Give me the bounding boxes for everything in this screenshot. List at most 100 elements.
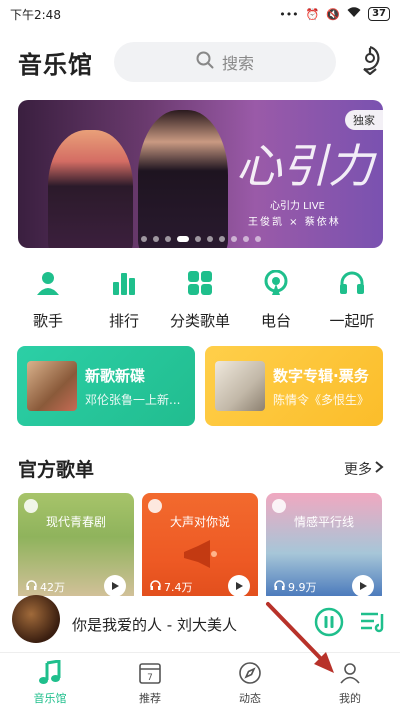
- banner-artists: 王俊凯 × 蔡依林: [248, 217, 341, 228]
- tab-recommend[interactable]: 7 推荐: [100, 653, 200, 711]
- mini-player[interactable]: 你是我爱的人 - 刘大美人: [0, 595, 400, 652]
- playlist-title: 大声对你说: [169, 515, 230, 529]
- compass-icon: [236, 659, 264, 687]
- alarm-icon: ⏰: [305, 7, 320, 21]
- tab-label: 我的: [339, 692, 361, 705]
- headphones-small-icon: [274, 580, 285, 594]
- category-label: 歌手: [32, 312, 63, 330]
- card-title: 数字专辑·票务: [273, 366, 369, 385]
- playlist-queue-button[interactable]: [358, 609, 388, 639]
- feature-cards: 新歌新碟 邓伦张鲁一上新... 数字专辑·票务 陈情令《多恨生》: [17, 346, 383, 426]
- qq-music-logo-icon: [24, 499, 38, 513]
- pagination-dot[interactable]: [230, 236, 237, 242]
- category-singer[interactable]: 歌手: [12, 268, 84, 334]
- chevron-right-icon: [374, 460, 384, 477]
- category-playlists[interactable]: 分类歌单: [164, 268, 236, 334]
- play-count: 7.4万: [150, 579, 193, 595]
- playlist-card[interactable]: 情感平行线 9.9万: [266, 493, 382, 603]
- more-label: 更多: [344, 461, 372, 478]
- header: 音乐馆 搜索: [0, 38, 400, 86]
- pagination-dot[interactable]: [194, 236, 201, 242]
- category-label: 分类歌单: [169, 312, 230, 330]
- new-releases-card[interactable]: 新歌新碟 邓伦张鲁一上新...: [17, 346, 195, 426]
- status-time: 下午2:48: [10, 7, 61, 22]
- banner-script-logo: 心引力: [236, 139, 374, 193]
- category-label: 排行: [108, 312, 139, 330]
- music-recognition-button[interactable]: [354, 45, 386, 79]
- tab-label: 音乐馆: [33, 692, 67, 705]
- tab-moments[interactable]: 动态: [200, 653, 300, 711]
- chart-icon: [109, 268, 139, 298]
- play-icon[interactable]: [352, 575, 374, 597]
- banner-artist-right: [138, 110, 228, 248]
- digital-album-card[interactable]: 数字专辑·票务 陈情令《多恨生》: [205, 346, 383, 426]
- battery-level: 37: [368, 7, 390, 21]
- pagination-dot-active[interactable]: [176, 236, 189, 242]
- playlist-card[interactable]: 现代青春剧 42万: [18, 493, 134, 603]
- category-chart[interactable]: 排行: [88, 268, 160, 334]
- banner-artist-left: [48, 130, 133, 248]
- pagination-dot[interactable]: [164, 236, 171, 242]
- pause-button[interactable]: [314, 607, 344, 641]
- card-subtitle: 邓伦张鲁一上新...: [85, 392, 181, 407]
- person-icon: [336, 659, 364, 687]
- pagination-dot[interactable]: [242, 236, 249, 242]
- play-icon[interactable]: [228, 575, 250, 597]
- headphones-icon: [337, 268, 367, 298]
- card-title: 新歌新碟: [85, 366, 146, 385]
- queue-icon: [360, 610, 386, 638]
- status-icons: ••• ⏰ 🔇 37: [279, 7, 390, 21]
- pagination-dot[interactable]: [254, 236, 261, 242]
- new-releases-cover: [27, 361, 77, 411]
- pagination-dot[interactable]: [206, 236, 213, 242]
- headphones-small-icon: [26, 580, 37, 594]
- pagination-dot[interactable]: [218, 236, 225, 242]
- official-playlists-header: 官方歌单 更多: [18, 455, 384, 482]
- search-icon: [196, 51, 214, 73]
- pagination-dot[interactable]: [152, 236, 159, 242]
- promo-banner[interactable]: 独家 心引力 心引力 LIVE 王俊凯 × 蔡依林: [18, 100, 383, 248]
- music-recognition-icon: [356, 45, 384, 79]
- category-label: 一起听: [329, 312, 375, 330]
- search-placeholder: 搜索: [221, 54, 254, 73]
- category-listen-together[interactable]: 一起听: [316, 268, 388, 334]
- qq-music-logo-icon: [148, 499, 162, 513]
- now-playing-title[interactable]: 你是我爱的人 - 刘大美人: [72, 614, 300, 635]
- pagination-dot[interactable]: [140, 236, 147, 242]
- card-subtitle: 陈情令《多恨生》: [273, 392, 370, 407]
- playlist-card[interactable]: 大声对你说 7.4万: [142, 493, 258, 603]
- playlist-row: 现代青春剧 42万 大声对你说 7.4万 情感平行线 9.9万: [18, 493, 400, 603]
- singer-icon: [33, 268, 63, 298]
- grid-icon: [185, 268, 215, 298]
- radio-icon: [261, 268, 291, 298]
- category-radio[interactable]: 电台: [240, 268, 312, 334]
- playlist-title: 情感平行线: [293, 515, 354, 529]
- tab-mine[interactable]: 我的: [300, 653, 400, 711]
- more-button[interactable]: 更多: [344, 459, 384, 479]
- now-playing-cover[interactable]: [12, 595, 60, 643]
- calendar-icon: 7: [136, 659, 164, 687]
- tab-label: 推荐: [139, 692, 161, 705]
- megaphone-icon: [180, 538, 220, 574]
- page-title: 音乐馆: [18, 50, 93, 79]
- bottom-tab-bar: 音乐馆 7 推荐 动态 我的: [0, 652, 400, 711]
- playlist-title: 现代青春剧: [45, 515, 106, 529]
- status-bar: 下午2:48 ••• ⏰ 🔇 37: [0, 0, 400, 28]
- music-note-icon: [36, 659, 64, 687]
- wifi-icon: [347, 7, 361, 21]
- play-icon[interactable]: [104, 575, 126, 597]
- tab-label: 动态: [239, 692, 261, 705]
- tab-music-hall[interactable]: 音乐馆: [0, 653, 100, 711]
- more-dots-icon: •••: [279, 7, 299, 21]
- category-shortcuts: 歌手 排行 分类歌单 电台 一起听: [0, 268, 400, 334]
- banner-caption: 心引力 LIVE: [270, 201, 325, 212]
- pause-icon: [314, 607, 344, 641]
- section-title: 官方歌单: [18, 459, 95, 481]
- search-input[interactable]: 搜索: [114, 42, 336, 82]
- headphones-small-icon: [150, 580, 161, 594]
- play-count: 9.9万: [274, 579, 317, 595]
- svg-text:7: 7: [147, 673, 153, 683]
- qq-music-logo-icon: [272, 499, 286, 513]
- category-label: 电台: [260, 312, 291, 330]
- exclusive-badge: 独家: [345, 110, 383, 130]
